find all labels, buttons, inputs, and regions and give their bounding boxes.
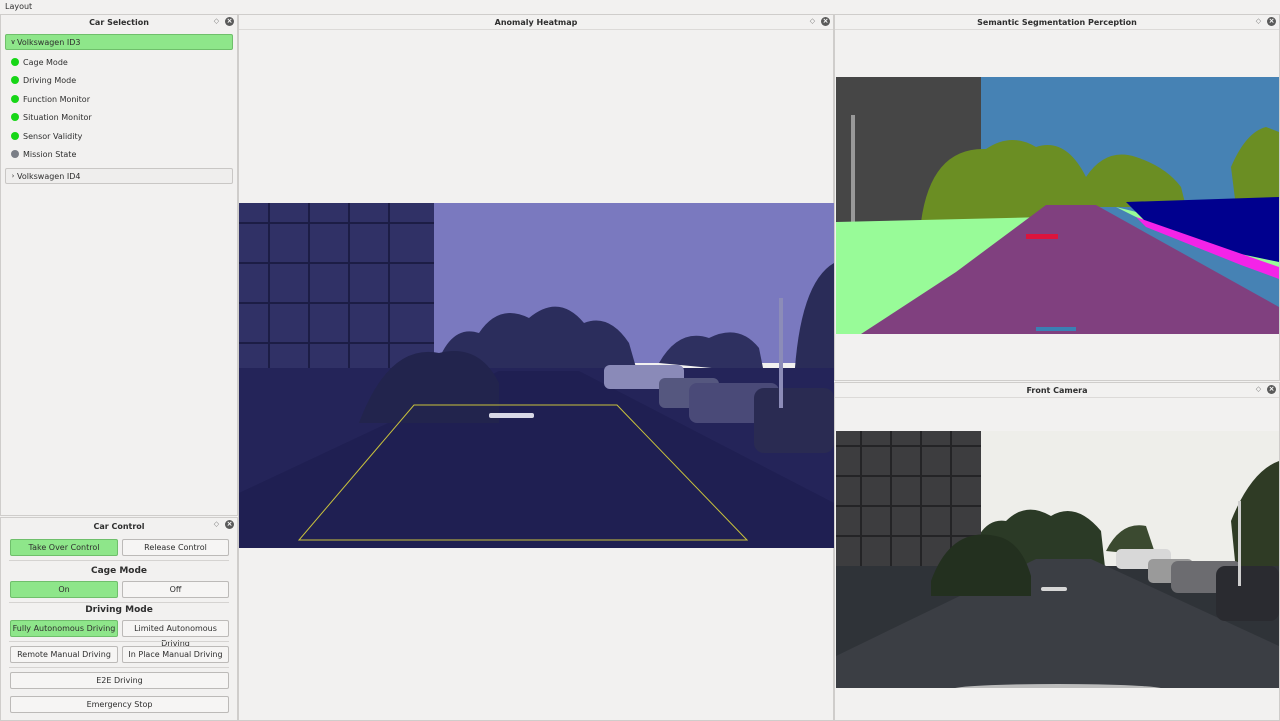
e2e-driving-button[interactable]: E2E Driving [10,672,229,689]
heatmap-render [239,203,834,548]
front-camera-panel: Front Camera ◇ × [834,382,1280,721]
segmentation-render [836,77,1279,334]
float-icon[interactable]: ◇ [213,521,220,528]
close-icon[interactable]: × [225,520,234,529]
status-label: Driving Mode [23,75,77,85]
status-dot-icon [11,132,19,140]
status-dot-icon [11,76,19,84]
segmentation-panel: Semantic Segmentation Perception ◇ × [834,14,1280,381]
vehicle-item-id3[interactable]: ∨ Volkswagen ID3 [5,34,233,50]
status-cage-mode: Cage Mode [11,56,68,68]
status-label: Mission State [23,149,77,159]
driving-mode-heading: Driving Mode [85,605,153,615]
cage-off-button[interactable]: Off [122,581,229,598]
panel-title: Anomaly Heatmap [494,18,578,27]
status-function-monitor: Function Monitor [11,93,90,105]
panel-title: Car Selection [89,18,149,27]
divider [9,602,229,603]
segmentation-image [836,77,1279,334]
status-dot-icon [11,58,19,66]
limited-autonomous-button[interactable]: Limited Autonomous Driving [122,620,229,648]
close-icon[interactable]: × [821,17,830,26]
status-sensor-validity: Sensor Validity [11,130,82,142]
car-selection-panel: Car Selection ◇ × ∨ Volkswagen ID3 Cage … [0,14,238,516]
status-driving-mode: Driving Mode [11,74,76,86]
emergency-stop-button[interactable]: Emergency Stop [10,696,229,713]
front-camera-image [836,431,1279,688]
panel-title: Car Control [93,522,145,531]
camera-render [836,431,1279,688]
cage-mode-heading: Cage Mode [90,566,148,576]
remote-manual-button[interactable]: Remote Manual Driving [10,646,118,663]
status-mission-state: Mission State [11,148,76,160]
status-dot-icon [11,113,19,121]
float-icon[interactable]: ◇ [213,18,220,25]
status-label: Situation Monitor [23,112,92,122]
status-dot-icon [11,150,19,158]
close-icon[interactable]: × [1267,17,1276,26]
in-place-manual-button[interactable]: In Place Manual Driving [122,646,229,663]
divider [9,641,229,642]
vehicle-item-id4[interactable]: › Volkswagen ID4 [5,168,233,184]
vehicle-name: Volkswagen ID3 [17,38,81,47]
vehicle-name: Volkswagen ID4 [17,172,81,181]
anomaly-heatmap-image [239,203,834,548]
status-label: Function Monitor [23,94,90,104]
take-over-control-button[interactable]: Take Over Control [10,539,118,556]
float-icon[interactable]: ◇ [1255,18,1262,25]
status-situation-monitor: Situation Monitor [11,111,92,123]
status-label: Cage Mode [23,57,68,67]
layout-menu[interactable]: Layout [5,2,32,11]
close-icon[interactable]: × [1267,385,1276,394]
panel-title: Front Camera [1026,386,1088,395]
chevron-right-icon: › [11,172,15,180]
release-control-button[interactable]: Release Control [122,539,229,556]
float-icon[interactable]: ◇ [1255,386,1262,393]
float-icon[interactable]: ◇ [809,18,816,25]
close-icon[interactable]: × [225,17,234,26]
chevron-down-icon: ∨ [10,38,16,46]
divider [9,667,229,668]
cage-on-button[interactable]: On [10,581,118,598]
panel-title: Semantic Segmentation Perception [977,18,1137,27]
car-control-panel: Car Control ◇ × Take Over Control Releas… [0,517,238,721]
divider [9,560,229,561]
anomaly-heatmap-panel: Anomaly Heatmap ◇ × [238,14,834,721]
status-dot-icon [11,95,19,103]
fully-autonomous-button[interactable]: Fully Autonomous Driving [10,620,118,637]
menu-bar: Layout [0,0,1280,14]
status-label: Sensor Validity [23,131,83,141]
